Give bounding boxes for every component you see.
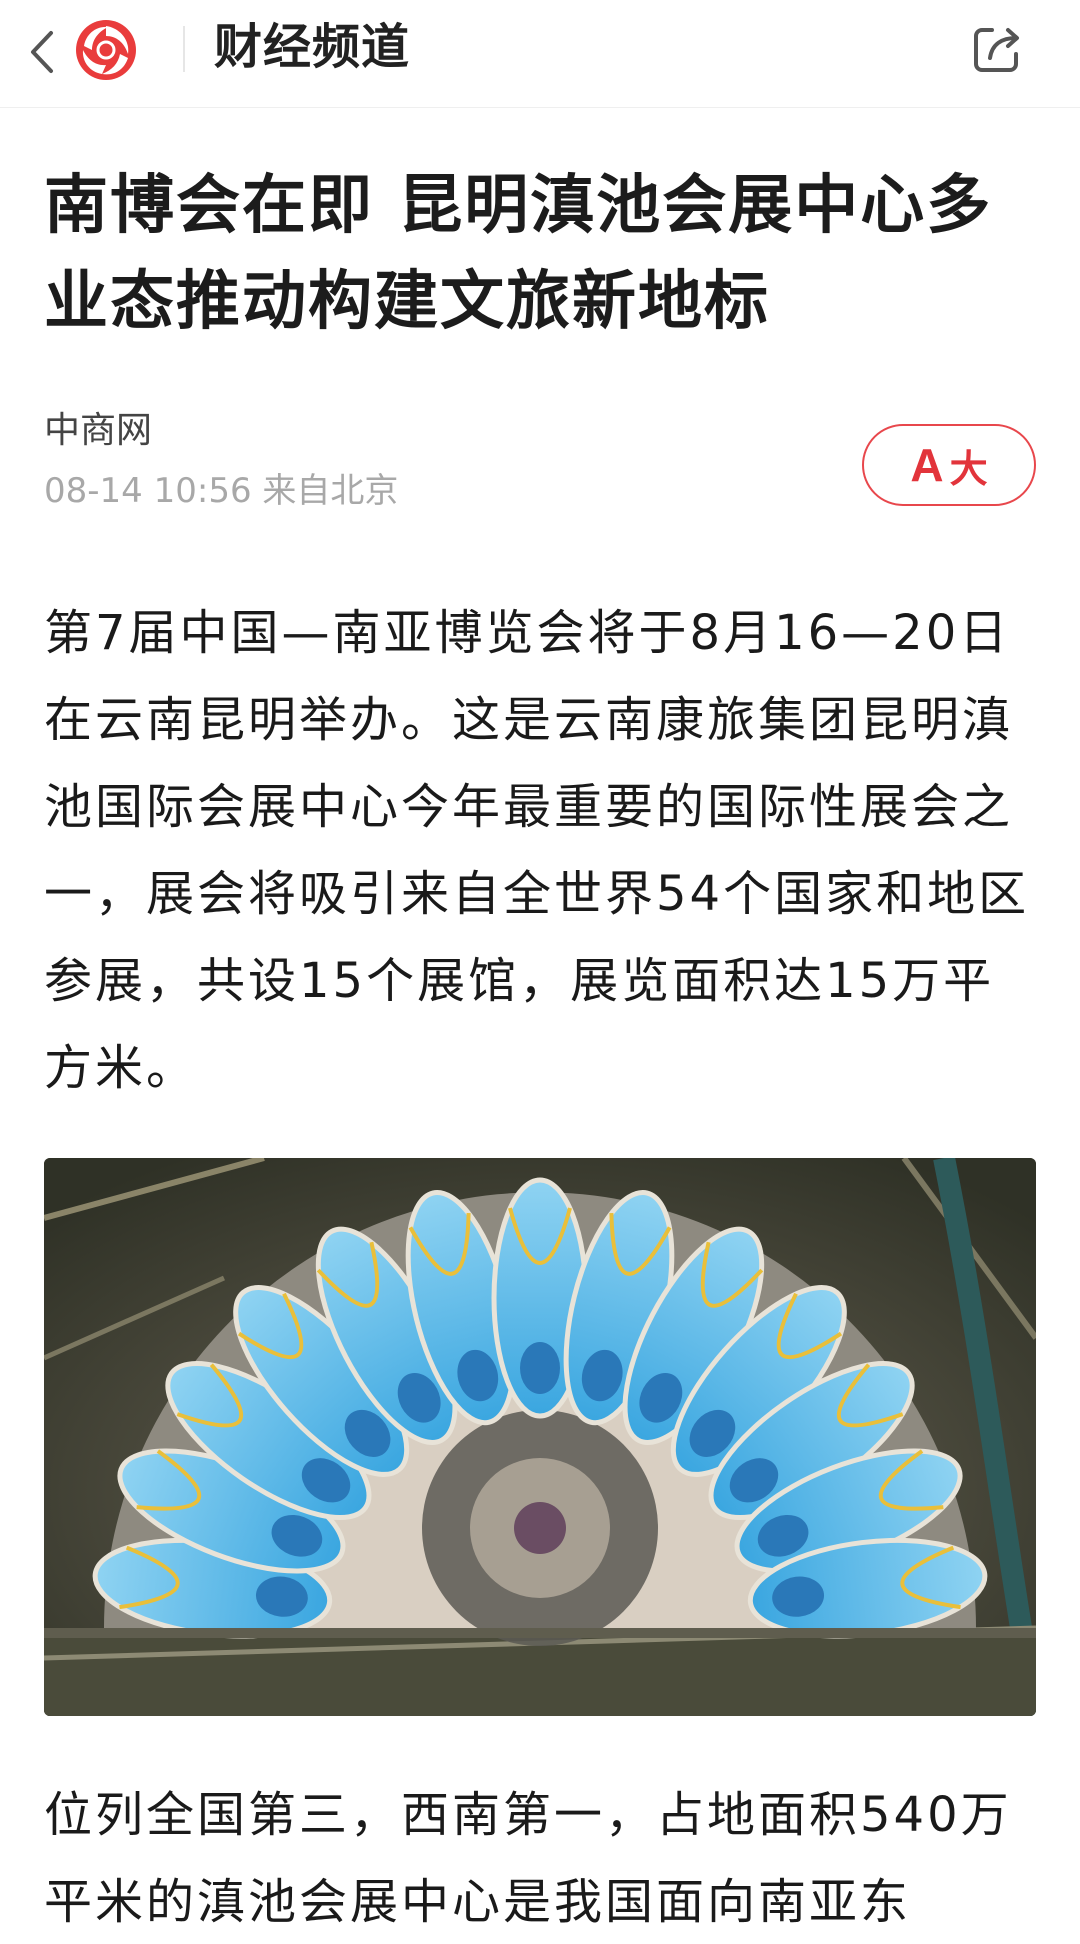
article-source[interactable]: 中商网 bbox=[44, 406, 152, 456]
font-size-a-glyph: A bbox=[910, 439, 944, 491]
back-icon[interactable] bbox=[22, 24, 62, 80]
aerial-exhibition-center-photo bbox=[44, 1158, 1036, 1716]
share-icon[interactable] bbox=[968, 20, 1026, 78]
article-title: 南博会在即 昆明滇池会展中心多业态推动构建文旅新地标 bbox=[44, 169, 993, 339]
article-meta: 08-14 10:56 来自北京 bbox=[44, 471, 399, 511]
article-photo[interactable] bbox=[44, 1158, 1036, 1716]
phoenix-logo-icon bbox=[74, 18, 138, 82]
font-size-button[interactable]: A 大 bbox=[862, 424, 1036, 506]
header-divider bbox=[183, 26, 185, 72]
font-size-label: 大 bbox=[949, 446, 988, 491]
channel-title: 财经频道 bbox=[214, 19, 411, 75]
top-bar: 财经频道 bbox=[0, 0, 1080, 108]
article-paragraph: 第7届中国—南亚博览会将于8月16—20日在云南昆明举办。这是云南康旅集团昆明滇… bbox=[44, 605, 1030, 1096]
article-paragraph: 位列全国第三，西南第一，占地面积540万平米的滇池会展中心是我国面向南亚东 bbox=[44, 1787, 1012, 1930]
